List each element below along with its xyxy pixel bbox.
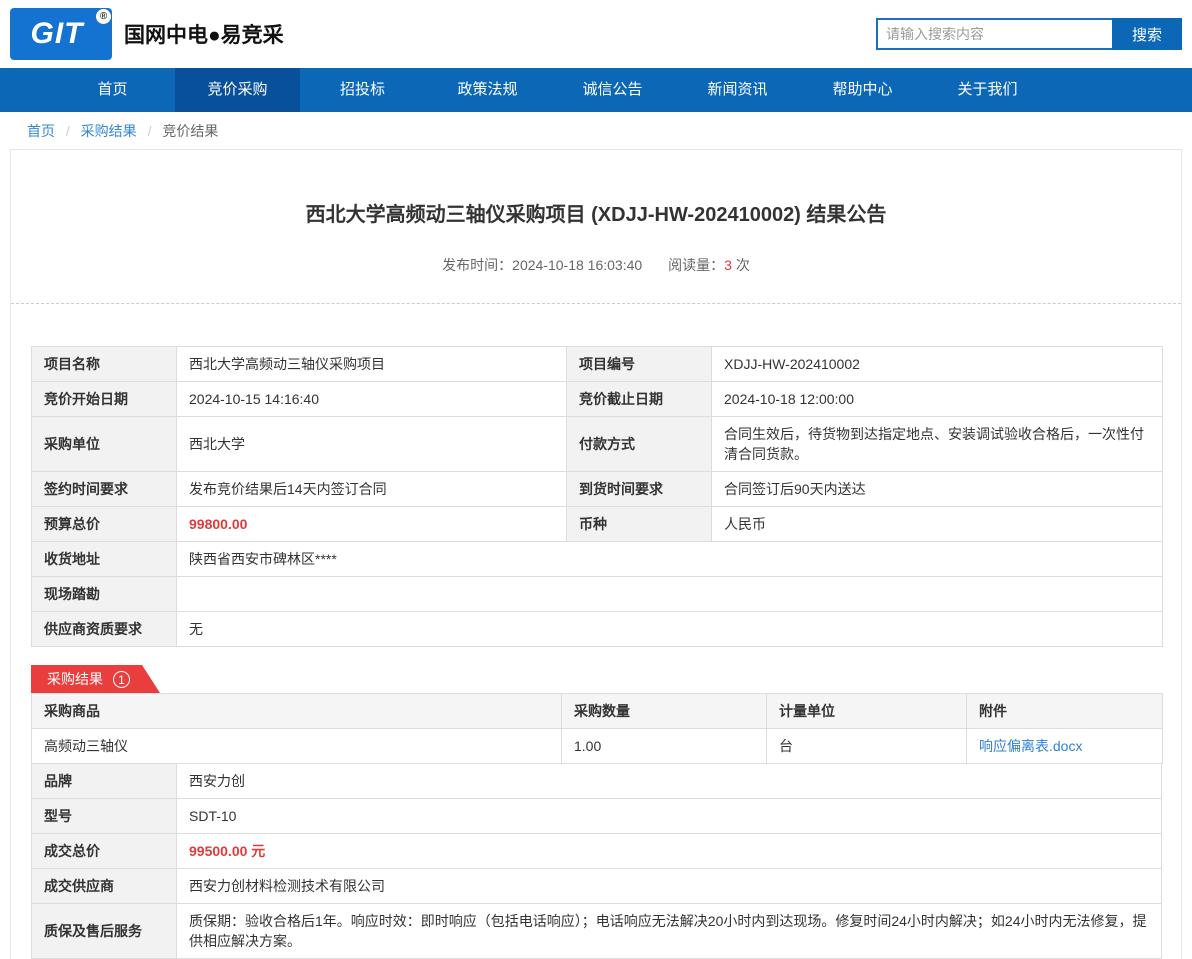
table-row: 品牌 西安力创 (31, 763, 1162, 799)
quantity-cell: 1.00 (561, 728, 767, 764)
table-row: 质保及售后服务 质保期：验收合格后1年。响应时效：即时响应（包括电话响应）；电话… (31, 903, 1162, 959)
detail-label: 成交供应商 (31, 868, 177, 904)
breadcrumb: 首页 / 采购结果 / 竞价结果 (0, 112, 1192, 149)
table-row: 成交供应商 西安力创材料检测技术有限公司 (31, 868, 1162, 904)
breadcrumb-home-link[interactable]: 首页 (27, 123, 55, 139)
table-row: 供应商资质要求 无 (31, 611, 1163, 647)
site-logo[interactable]: GIT ® (10, 8, 112, 60)
info-value: XDJJ-HW-202410002 (711, 346, 1163, 382)
detail-value: 西安力创 (176, 763, 1162, 799)
nav-item-bidding-procurement[interactable]: 竞价采购 (175, 68, 300, 112)
detail-label: 品牌 (31, 763, 177, 799)
detail-value: SDT-10 (176, 798, 1162, 834)
publish-time-value: 2024-10-18 16:03:40 (512, 257, 643, 273)
views-label: 阅读量： (668, 257, 725, 273)
product-result-table: 采购商品 采购数量 计量单位 附件 高频动三轴仪 1.00 台 响应偏离表.do… (31, 693, 1163, 764)
info-value: 西北大学高频动三轴仪采购项目 (176, 346, 567, 382)
info-label: 到货时间要求 (566, 471, 712, 507)
table-header-row: 采购商品 采购数量 计量单位 附件 (31, 693, 1163, 729)
ribbon-label: 采购结果 (47, 671, 103, 687)
views-unit: 次 (735, 257, 750, 273)
info-value: 2024-10-18 12:00:00 (711, 381, 1163, 417)
search-button[interactable]: 搜索 (1112, 18, 1182, 50)
table-row: 预算总价 99800.00 币种 人民币 (31, 506, 1163, 542)
info-value: 发布竞价结果后14天内签订合同 (176, 471, 567, 507)
detail-label: 成交总价 (31, 833, 177, 869)
info-label: 预算总价 (31, 506, 177, 542)
info-value: 合同签订后90天内送达 (711, 471, 1163, 507)
table-row: 收货地址 陕西省西安市碑林区**** (31, 541, 1163, 577)
info-label: 采购单位 (31, 416, 177, 472)
result-detail-table: 品牌 西安力创 型号 SDT-10 成交总价 99500.00 元 成交供应商 … (31, 763, 1162, 959)
content-card: 西北大学高频动三轴仪采购项目 (XDJJ-HW-202410002) 结果公告 … (10, 149, 1182, 959)
logo-git-text: GIT (30, 17, 84, 50)
detail-label: 型号 (31, 798, 177, 834)
info-label: 收货地址 (31, 541, 177, 577)
final-price-value: 99500.00 元 (176, 833, 1162, 869)
product-name-cell: 高频动三轴仪 (31, 728, 562, 764)
detail-label: 质保及售后服务 (31, 903, 177, 959)
dashed-divider (11, 303, 1181, 304)
views-count: 3 (724, 257, 732, 273)
result-section-header: 采购结果 1 (31, 665, 1181, 693)
table-row: 采购单位 西北大学 付款方式 合同生效后，待货物到达指定地点、安装调试验收合格后… (31, 416, 1163, 472)
info-value: 西北大学 (176, 416, 567, 472)
article-meta: 发布时间：2024-10-18 16:03:40 阅读量：3 次 (11, 255, 1181, 275)
column-header-unit: 计量单位 (766, 693, 967, 729)
nav-item-about-us[interactable]: 关于我们 (925, 68, 1050, 112)
info-value: 无 (176, 611, 1163, 647)
table-row: 竞价开始日期 2024-10-15 14:16:40 竞价截止日期 2024-1… (31, 381, 1163, 417)
search-input[interactable] (876, 18, 1112, 50)
table-row: 签约时间要求 发布竞价结果后14天内签订合同 到货时间要求 合同签订后90天内送… (31, 471, 1163, 507)
top-header: GIT ® 国网中电●易竞采 搜索 (0, 0, 1192, 68)
attachment-file-link[interactable]: 响应偏离表.docx (979, 738, 1082, 754)
table-row: 项目名称 西北大学高频动三轴仪采购项目 项目编号 XDJJ-HW-2024100… (31, 346, 1163, 382)
breadcrumb-procurement-results-link[interactable]: 采购结果 (81, 123, 137, 139)
nav-item-integrity-notices[interactable]: 诚信公告 (550, 68, 675, 112)
breadcrumb-separator: / (147, 123, 152, 139)
breadcrumb-current-page: 竞价结果 (162, 123, 219, 139)
info-label: 供应商资质要求 (31, 611, 177, 647)
nav-item-news[interactable]: 新闻资讯 (675, 68, 800, 112)
procurement-result-ribbon: 采购结果 1 (31, 665, 160, 693)
project-info-table: 项目名称 西北大学高频动三轴仪采购项目 项目编号 XDJJ-HW-2024100… (31, 346, 1163, 647)
info-label: 币种 (566, 506, 712, 542)
detail-value: 质保期：验收合格后1年。响应时效：即时响应（包括电话响应）；电话响应无法解决20… (176, 903, 1162, 959)
info-label: 付款方式 (566, 416, 712, 472)
nav-item-policies[interactable]: 政策法规 (425, 68, 550, 112)
page-title: 西北大学高频动三轴仪采购项目 (XDJJ-HW-202410002) 结果公告 (305, 204, 887, 226)
info-value: 陕西省西安市碑林区**** (176, 541, 1163, 577)
info-label: 竞价截止日期 (566, 381, 712, 417)
info-label: 竞价开始日期 (31, 381, 177, 417)
column-header-product: 采购商品 (31, 693, 562, 729)
info-value: 合同生效后，待货物到达指定地点、安装调试验收合格后，一次性付清合同货款。 (711, 416, 1163, 472)
table-row: 型号 SDT-10 (31, 798, 1162, 834)
search-bar: 搜索 (876, 18, 1182, 50)
site-brand-title: 国网中电●易竞采 (124, 24, 284, 47)
breadcrumb-separator: / (65, 123, 70, 139)
table-row: 高频动三轴仪 1.00 台 响应偏离表.docx (31, 728, 1163, 764)
result-count-badge: 1 (113, 671, 130, 688)
info-value: 2024-10-15 14:16:40 (176, 381, 567, 417)
info-label: 项目编号 (566, 346, 712, 382)
table-row: 成交总价 99500.00 元 (31, 833, 1162, 869)
registered-trademark-icon: ® (96, 9, 111, 24)
info-label: 现场踏勘 (31, 576, 177, 612)
attachment-cell: 响应偏离表.docx (966, 728, 1163, 764)
main-nav: 首页 竞价采购 招投标 政策法规 诚信公告 新闻资讯 帮助中心 关于我们 (0, 68, 1192, 112)
nav-item-home[interactable]: 首页 (50, 68, 175, 112)
column-header-quantity: 采购数量 (561, 693, 767, 729)
nav-item-tenders[interactable]: 招投标 (300, 68, 425, 112)
info-value (176, 576, 1163, 612)
info-value: 人民币 (711, 506, 1163, 542)
publish-time-label: 发布时间： (442, 257, 513, 273)
table-row: 现场踏勘 (31, 576, 1163, 612)
budget-total-value: 99800.00 (176, 506, 567, 542)
info-label: 项目名称 (31, 346, 177, 382)
column-header-attachment: 附件 (966, 693, 1163, 729)
unit-cell: 台 (766, 728, 967, 764)
detail-value: 西安力创材料检测技术有限公司 (176, 868, 1162, 904)
info-label: 签约时间要求 (31, 471, 177, 507)
nav-item-help-center[interactable]: 帮助中心 (800, 68, 925, 112)
